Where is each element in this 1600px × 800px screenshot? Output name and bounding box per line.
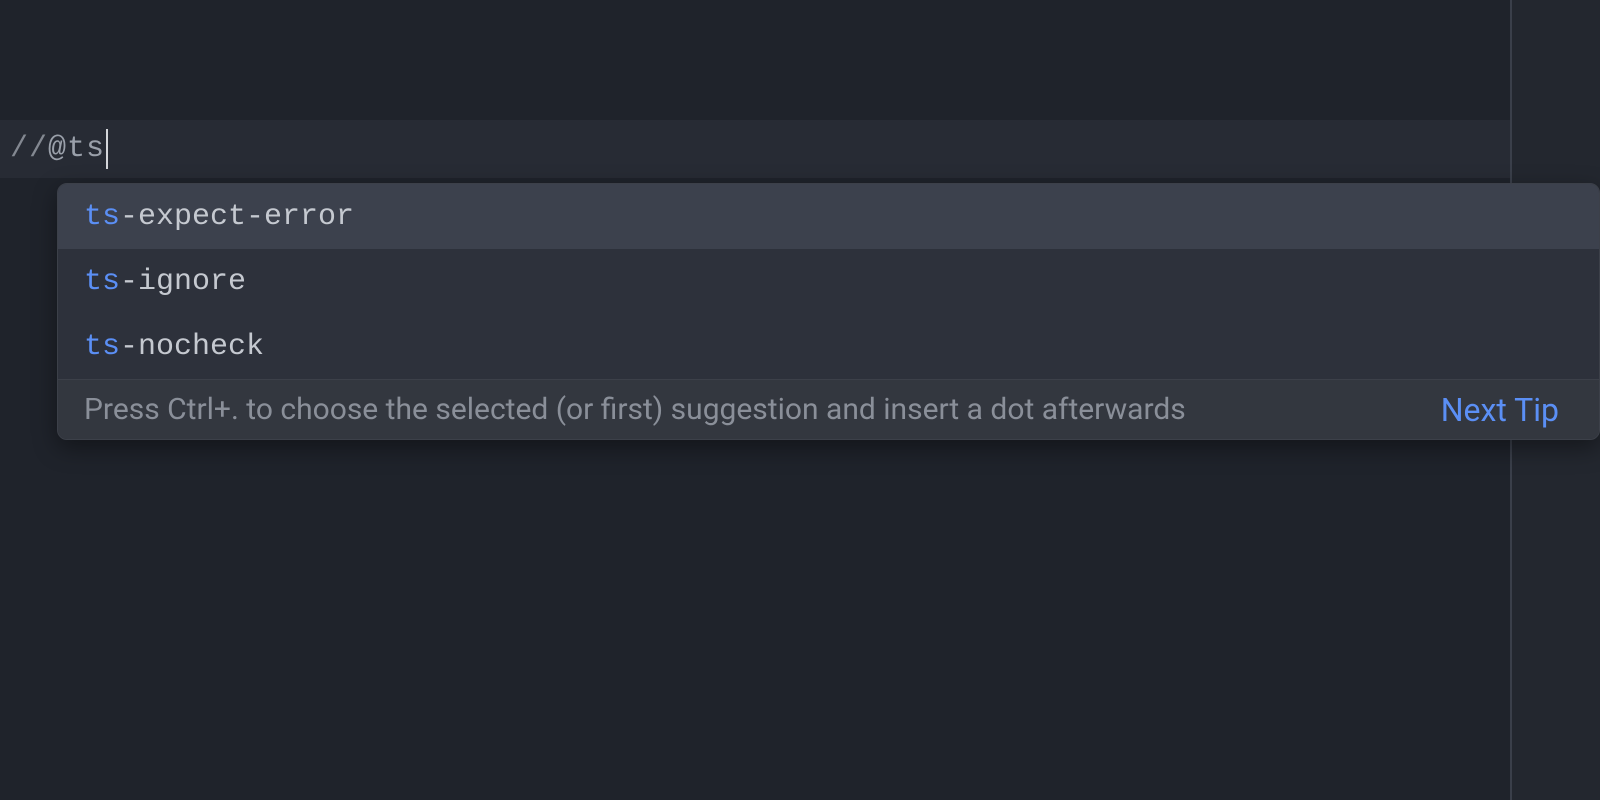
autocomplete-popup: ts-expect-error ts-ignore ts-nocheck Pre…	[57, 183, 1600, 440]
suggestion-item[interactable]: ts-expect-error	[58, 184, 1599, 249]
tip-text: Press Ctrl+. to choose the selected (or …	[84, 392, 1413, 427]
suggestion-matched-prefix: ts	[84, 330, 120, 364]
next-tip-link[interactable]: Next Tip	[1441, 391, 1559, 429]
comment-slashes: //	[10, 132, 48, 166]
suggestion-matched-prefix: ts	[84, 265, 120, 299]
suggestion-rest: -ignore	[120, 265, 246, 299]
text-cursor	[106, 129, 108, 169]
tip-bar: Press Ctrl+. to choose the selected (or …	[58, 379, 1599, 439]
suggestion-rest: -nocheck	[120, 330, 264, 364]
suggestion-item[interactable]: ts-ignore	[58, 249, 1599, 314]
suggestion-matched-prefix: ts	[84, 200, 120, 234]
code-line-text: //@ts	[10, 132, 105, 166]
annotation-text: @ts	[48, 132, 105, 166]
active-code-line[interactable]: //@ts	[0, 120, 1510, 178]
suggestion-item[interactable]: ts-nocheck	[58, 314, 1599, 379]
suggestion-rest: -expect-error	[120, 200, 354, 234]
